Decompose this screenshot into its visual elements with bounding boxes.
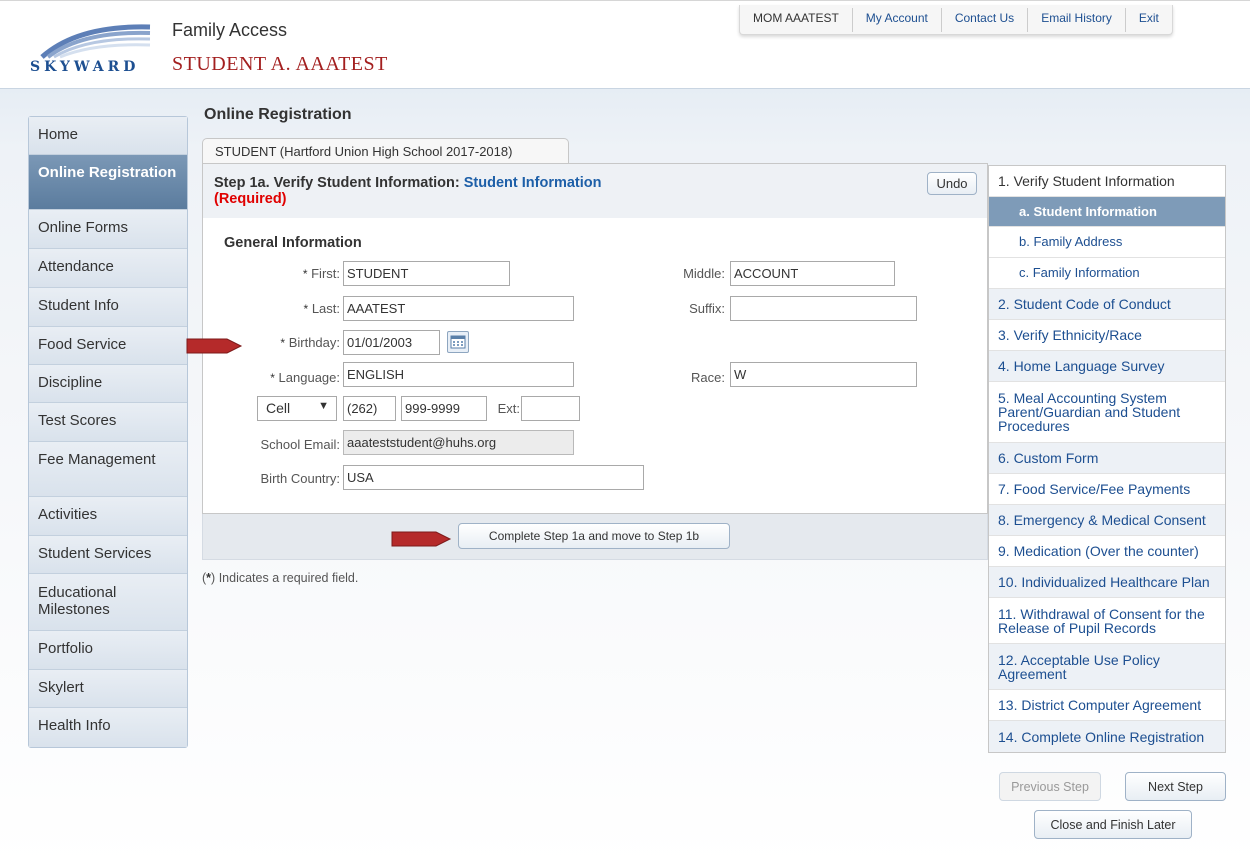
middle-name-label: Middle: <box>683 266 725 281</box>
ext-label: Ext: <box>497 401 520 416</box>
phone-type-value: Cell <box>266 400 291 416</box>
app-title: Family Access <box>172 20 288 40</box>
next-step-button[interactable]: Next Step <box>1125 772 1226 801</box>
sidebar-item-test-scores[interactable]: Test Scores <box>29 403 187 442</box>
step-title-prefix: Step 1a. Verify Student Information: <box>214 175 464 191</box>
student-name: STUDENT A. AAATEST <box>172 53 388 75</box>
complete-step-button[interactable]: Complete Step 1a and move to Step 1b <box>458 523 730 549</box>
arrow-pointer-complete-icon <box>391 531 452 547</box>
step-7-food-service-fee[interactable]: 7. Food Service/Fee Payments <box>989 474 1225 505</box>
step-3-ethnicity-race[interactable]: 3. Verify Ethnicity/Race <box>989 320 1225 351</box>
race-label: Race: <box>691 370 725 385</box>
sidebar-item-home[interactable]: Home <box>29 117 187 155</box>
birthday-label: * Birthday: <box>280 335 340 350</box>
school-email-input: aaateststudent@huhs.org <box>343 430 574 455</box>
step-14-complete-registration[interactable]: 14. Complete Online Registration <box>989 721 1225 752</box>
skyward-logo: SKYWARD <box>30 21 170 79</box>
step-4-home-language[interactable]: 4. Home Language Survey <box>989 351 1225 382</box>
step-11-withdrawal-consent[interactable]: 11. Withdrawal of Consent for the Releas… <box>989 598 1225 644</box>
step-8-emergency-medical[interactable]: 8. Emergency & Medical Consent <box>989 505 1225 536</box>
required-field-note: (*) Indicates a required field. <box>202 571 359 585</box>
calendar-icon[interactable] <box>447 331 469 353</box>
sidebar-item-online-registration[interactable]: Online Registration <box>29 155 187 210</box>
current-user-label: MOM AAATEST <box>740 8 853 32</box>
sidebar-item-attendance[interactable]: Attendance <box>29 249 187 288</box>
sidebar-item-discipline[interactable]: Discipline <box>29 365 187 403</box>
previous-step-button[interactable]: Previous Step <box>999 772 1101 801</box>
sidebar-item-educational-milestones[interactable]: Educational Milestones <box>29 574 187 631</box>
step-1b-family-address[interactable]: b. Family Address <box>989 227 1225 258</box>
step-10-healthcare-plan[interactable]: 10. Individualized Healthcare Plan <box>989 567 1225 598</box>
step-12-acceptable-use[interactable]: 12. Acceptable Use Policy Agreement <box>989 644 1225 690</box>
phone-type-select[interactable]: Cell ▼ <box>257 396 337 421</box>
sidebar-item-food-service[interactable]: Food Service <box>29 327 187 365</box>
last-name-label: * Last: <box>303 301 340 316</box>
tab-student-school[interactable]: STUDENT (Hartford Union High School 2017… <box>202 138 569 164</box>
email-history-link[interactable]: Email History <box>1028 8 1126 32</box>
page-title: Online Registration <box>204 106 352 123</box>
step-6-custom-form[interactable]: 6. Custom Form <box>989 443 1225 474</box>
birth-country-input[interactable]: USA <box>343 465 644 490</box>
step-5-meal-accounting[interactable]: 5. Meal Accounting System Parent/Guardia… <box>989 382 1225 443</box>
ext-input[interactable] <box>521 396 580 421</box>
step-1a-student-information[interactable]: a. Student Information <box>989 197 1225 227</box>
sidebar-item-portfolio[interactable]: Portfolio <box>29 631 187 670</box>
last-name-input[interactable]: AAATEST <box>343 296 574 321</box>
undo-button[interactable]: Undo <box>927 172 977 195</box>
step-1c-family-information[interactable]: c. Family Information <box>989 258 1225 289</box>
sidebar-item-student-info[interactable]: Student Info <box>29 288 187 327</box>
language-input[interactable]: ENGLISH <box>343 362 574 387</box>
suffix-label: Suffix: <box>689 301 725 316</box>
section-title: General Information <box>224 235 362 251</box>
arrow-pointer-birthday-icon <box>186 338 243 354</box>
logo-text: SKYWARD <box>30 59 140 75</box>
sidebar: Home Online Registration Online Forms At… <box>28 116 188 748</box>
step-2-code-of-conduct[interactable]: 2. Student Code of Conduct <box>989 289 1225 320</box>
birth-country-label: Birth Country: <box>260 471 340 486</box>
sidebar-item-online-forms[interactable]: Online Forms <box>29 210 187 249</box>
step-header: Step 1a. Verify Student Information: Stu… <box>203 164 987 218</box>
close-finish-later-button[interactable]: Close and Finish Later <box>1034 810 1192 839</box>
chevron-down-icon: ▼ <box>318 400 329 412</box>
sidebar-item-fee-management[interactable]: Fee Management <box>29 442 187 497</box>
step-title: Step 1a. Verify Student Information: Stu… <box>214 175 602 191</box>
first-name-label: * First: <box>302 266 340 281</box>
exit-link[interactable]: Exit <box>1126 8 1172 32</box>
suffix-input[interactable] <box>730 296 917 321</box>
sidebar-item-health-info[interactable]: Health Info <box>29 708 187 747</box>
header: SKYWARD Family Access STUDENT A. AAATEST… <box>0 0 1250 88</box>
sidebar-item-student-services[interactable]: Student Services <box>29 536 187 574</box>
top-navigation: MOM AAATEST My Account Contact Us Email … <box>739 5 1173 35</box>
step-title-highlight: Student Information <box>463 175 602 191</box>
required-label: (Required) <box>214 191 287 207</box>
step-list: 1. Verify Student Information a. Student… <box>988 165 1226 753</box>
birthday-input[interactable]: 01/01/2003 <box>343 330 440 355</box>
race-input[interactable]: W <box>730 362 917 387</box>
step-13-computer-agreement[interactable]: 13. District Computer Agreement <box>989 690 1225 721</box>
language-label: * Language: <box>270 370 340 385</box>
phone-area-input[interactable]: (262) <box>343 396 396 421</box>
my-account-link[interactable]: My Account <box>853 8 942 32</box>
contact-us-link[interactable]: Contact Us <box>942 8 1029 32</box>
step-1-verify-student-info[interactable]: 1. Verify Student Information <box>989 166 1225 197</box>
first-name-input[interactable]: STUDENT <box>343 261 510 286</box>
phone-number-input[interactable]: 999-9999 <box>401 396 487 421</box>
sidebar-item-activities[interactable]: Activities <box>29 497 187 536</box>
step-9-medication[interactable]: 9. Medication (Over the counter) <box>989 536 1225 567</box>
middle-name-input[interactable]: ACCOUNT <box>730 261 895 286</box>
school-email-label: School Email: <box>260 437 340 452</box>
sidebar-item-skylert[interactable]: Skylert <box>29 670 187 708</box>
skyward-swoosh-icon <box>40 24 151 59</box>
